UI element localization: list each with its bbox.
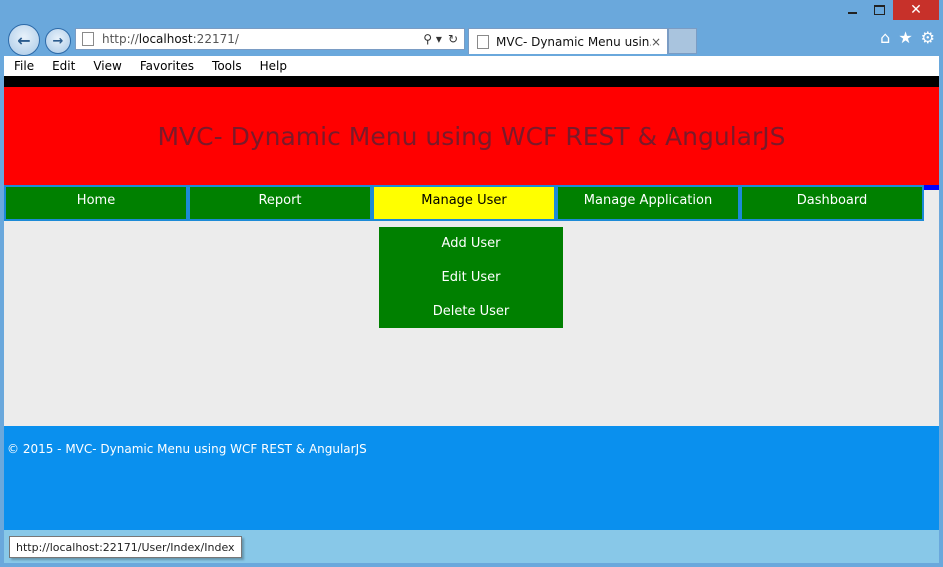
tab-title: MVC- Dynamic Menu usin... [496, 34, 651, 49]
submenu-item-add-user[interactable]: Add User [442, 227, 501, 261]
site-footer: © 2015 - MVC- Dynamic Menu using WCF RES… [4, 426, 939, 530]
browser-navbar: ← → http://localhost:22171/ ⚲ ▾ ↻ MVC- D… [0, 20, 943, 56]
nav-item-report[interactable]: Report [188, 185, 372, 221]
nav-item-manage-user[interactable]: Manage User [372, 185, 556, 221]
menu-tools[interactable]: Tools [212, 59, 242, 73]
submenu-item-delete-user[interactable]: Delete User [433, 294, 509, 328]
browser-tab-active[interactable]: MVC- Dynamic Menu usin... × [468, 28, 668, 54]
new-tab-button[interactable] [668, 28, 697, 54]
close-window-button[interactable]: ✕ [893, 0, 939, 20]
menu-file[interactable]: File [14, 59, 34, 73]
manage-user-submenu: Add User Edit User Delete User [379, 227, 563, 328]
maximize-icon [874, 5, 885, 15]
site-header: MVC- Dynamic Menu using WCF REST & Angul… [4, 87, 939, 185]
maximize-button[interactable] [866, 0, 893, 20]
top-black-bar [4, 76, 939, 87]
web-page: MVC- Dynamic Menu using WCF REST & Angul… [4, 76, 939, 530]
menu-favorites[interactable]: Favorites [140, 59, 194, 73]
minimize-icon [848, 12, 857, 14]
forward-button[interactable]: → [45, 28, 71, 54]
nav-item-manage-application[interactable]: Manage Application [556, 185, 740, 221]
address-bar[interactable]: http://localhost:22171/ ⚲ ▾ ↻ [75, 28, 465, 50]
nav-item-dashboard[interactable]: Dashboard [740, 185, 924, 221]
settings-gear-icon[interactable]: ⚙ [921, 28, 935, 47]
window-controls: ✕ [839, 0, 939, 20]
site-nav-menu: Home Report Manage User Manage Applicati… [4, 185, 926, 221]
address-host: localhost [138, 32, 193, 46]
menu-view[interactable]: View [93, 59, 121, 73]
menu-help[interactable]: Help [260, 59, 287, 73]
tab-close-icon[interactable]: × [651, 35, 661, 49]
back-arrow-icon: ← [17, 30, 31, 50]
browser-window: ✕ ← → http://localhost:22171/ ⚲ ▾ ↻ MVC-… [0, 0, 943, 567]
close-icon: ✕ [910, 2, 922, 18]
site-title: MVC- Dynamic Menu using WCF REST & Angul… [157, 121, 786, 151]
back-button[interactable]: ← [8, 24, 40, 56]
status-url-tooltip: http://localhost:22171/User/Index/Index [9, 536, 242, 558]
tab-page-icon [477, 34, 489, 49]
browser-toolbar-icons: ⌂ ★ ⚙ [880, 28, 935, 47]
search-dropdown-icon[interactable]: ⚲ ▾ [423, 32, 442, 46]
browser-menubar: File Edit View Favorites Tools Help [4, 56, 939, 76]
menu-edit[interactable]: Edit [52, 59, 75, 73]
address-scheme: http:// [102, 32, 139, 46]
home-icon[interactable]: ⌂ [880, 28, 890, 47]
page-icon [82, 32, 94, 46]
address-path: :22171/ [192, 32, 239, 46]
browser-statusbar: http://localhost:22171/User/Index/Index [4, 530, 939, 563]
submenu-item-edit-user[interactable]: Edit User [442, 261, 501, 295]
footer-copyright: © 2015 - MVC- Dynamic Menu using WCF RES… [7, 442, 367, 456]
refresh-icon[interactable]: ↻ [448, 32, 458, 46]
address-url[interactable]: http://localhost:22171/ [102, 32, 423, 46]
minimize-button[interactable] [839, 0, 866, 20]
nav-item-home[interactable]: Home [4, 185, 188, 221]
favorites-star-icon[interactable]: ★ [898, 28, 912, 47]
forward-arrow-icon: → [52, 33, 64, 49]
